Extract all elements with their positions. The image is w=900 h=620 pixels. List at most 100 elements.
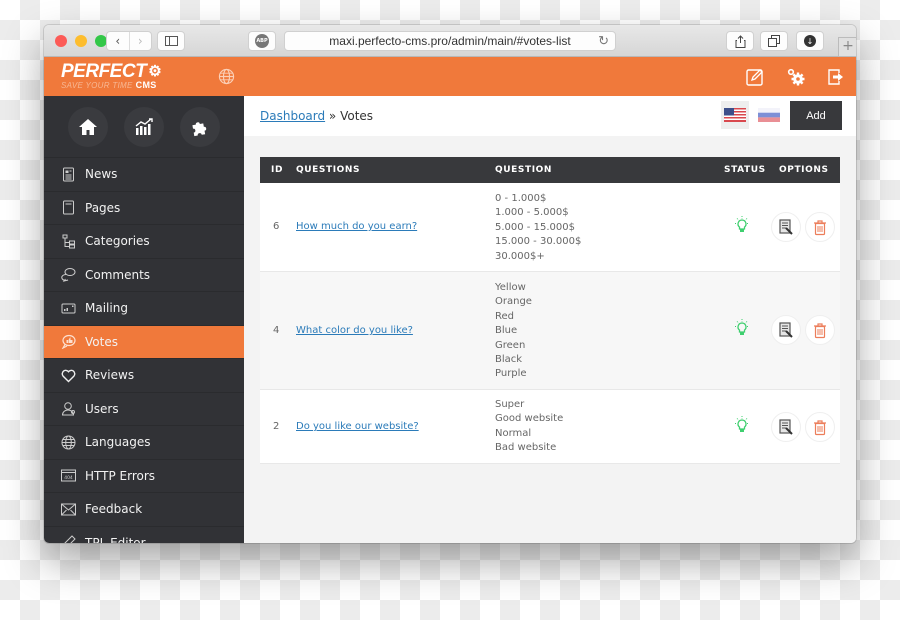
plugins-button[interactable] bbox=[180, 106, 220, 147]
logout-icon[interactable] bbox=[827, 68, 845, 86]
status-active-bulb-icon[interactable] bbox=[734, 216, 750, 234]
sidebar-item-users[interactable]: Users bbox=[44, 393, 244, 426]
home-button[interactable] bbox=[68, 106, 108, 147]
delete-vote-button[interactable] bbox=[805, 315, 835, 345]
answer: Red bbox=[495, 310, 514, 322]
address-bar[interactable]: maxi.perfecto-cms.pro/admin/main/#votes-… bbox=[284, 31, 616, 51]
user-icon bbox=[61, 402, 75, 416]
sidebar-icon bbox=[164, 36, 178, 46]
logo-text: PERFECT bbox=[61, 61, 147, 82]
svg-text:404: 404 bbox=[64, 475, 73, 481]
adblock-button[interactable]: ABP bbox=[248, 31, 276, 51]
answer: Black bbox=[495, 354, 523, 366]
edit-vote-button[interactable] bbox=[771, 212, 801, 242]
edit-vote-button[interactable] bbox=[771, 412, 801, 442]
quick-actions bbox=[44, 96, 244, 158]
votes-icon bbox=[61, 335, 76, 350]
http-404-icon: 404 bbox=[61, 469, 76, 482]
vote-answers: Yellow Orange Red Blue Green Black Purpl… bbox=[495, 281, 532, 382]
share-button[interactable] bbox=[726, 31, 754, 51]
delete-vote-button[interactable] bbox=[805, 212, 835, 242]
status-active-bulb-icon[interactable] bbox=[734, 319, 750, 337]
sidebar-item-pages[interactable]: Pages bbox=[44, 192, 244, 225]
sidebar-item-label: Users bbox=[85, 401, 119, 416]
logo[interactable]: PERFECT ⚙ SAVE YOUR TIME CMS bbox=[61, 61, 162, 90]
answer: Yellow bbox=[495, 282, 526, 293]
download-icon: ↓ bbox=[804, 35, 816, 47]
sidebar-item-reviews[interactable]: Reviews bbox=[44, 359, 244, 393]
breadcrumb-current: Votes bbox=[340, 109, 374, 123]
answer: Super bbox=[495, 399, 525, 410]
reload-icon[interactable]: ↻ bbox=[598, 33, 609, 49]
vote-question-link[interactable]: What color do you like? bbox=[296, 325, 413, 336]
table-header: ID QUESTIONS QUESTION STATUS OPTIONS bbox=[260, 157, 840, 183]
answer: Good website bbox=[495, 413, 564, 425]
answer: 5.000 - 15.000$ bbox=[495, 221, 575, 233]
column-header-status[interactable]: STATUS bbox=[724, 165, 766, 175]
sidebar-item-news[interactable]: News bbox=[44, 158, 244, 192]
globe-icon[interactable] bbox=[218, 68, 235, 85]
delete-vote-button[interactable] bbox=[805, 412, 835, 442]
logo-tagline: SAVE YOUR TIME bbox=[61, 81, 133, 90]
column-header-questions[interactable]: QUESTIONS bbox=[296, 165, 360, 175]
heart-icon bbox=[61, 369, 76, 383]
tabs-icon bbox=[768, 35, 780, 47]
sidebar-item-tpl-editor[interactable]: TPL Editor bbox=[44, 527, 244, 543]
vote-id: 6 bbox=[273, 221, 280, 232]
vote-answers: Super Good website Normal Bad website bbox=[495, 398, 563, 456]
answer: 30.000$+ bbox=[495, 250, 545, 262]
trash-icon bbox=[814, 419, 826, 435]
pencil-icon bbox=[64, 535, 76, 543]
stats-button[interactable] bbox=[124, 106, 164, 147]
url-text: maxi.perfecto-cms.pro/admin/main/#votes-… bbox=[329, 34, 571, 48]
comments-icon bbox=[61, 268, 76, 283]
minimize-window-button[interactable] bbox=[75, 35, 87, 47]
mailing-icon bbox=[61, 303, 76, 314]
answer: Bad website bbox=[495, 442, 557, 454]
show-tabs-button[interactable] bbox=[760, 31, 788, 51]
history-nav: ‹ › bbox=[106, 31, 152, 51]
close-window-button[interactable] bbox=[55, 35, 67, 47]
app-header: PERFECT ⚙ SAVE YOUR TIME CMS bbox=[44, 57, 856, 96]
forward-button[interactable]: › bbox=[128, 32, 152, 50]
answer: 1.000 - 5.000$ bbox=[495, 207, 569, 219]
sidebar-item-label: TPL Editor bbox=[85, 535, 146, 543]
home-icon bbox=[79, 118, 97, 135]
vote-question-link[interactable]: How much do you earn? bbox=[296, 221, 417, 232]
settings-icon[interactable] bbox=[787, 68, 805, 86]
new-tab-button[interactable]: + bbox=[838, 37, 856, 57]
sidebar-item-languages[interactable]: Languages bbox=[44, 426, 244, 460]
edit-document-icon bbox=[779, 321, 793, 338]
main-content: Dashboard » Votes Add ID QUESTIONS QUEST… bbox=[244, 96, 856, 543]
downloads-button[interactable]: ↓ bbox=[796, 31, 824, 51]
sidebar-item-feedback[interactable]: Feedback bbox=[44, 493, 244, 527]
sidebar-item-http-errors[interactable]: 404 HTTP Errors bbox=[44, 460, 244, 493]
status-active-bulb-icon[interactable] bbox=[734, 416, 750, 434]
back-button[interactable]: ‹ bbox=[107, 32, 129, 50]
envelope-icon bbox=[61, 503, 76, 516]
table-row: 4 What color do you like? Yellow Orange … bbox=[260, 272, 840, 390]
categories-icon bbox=[62, 234, 75, 249]
column-header-options[interactable]: OPTIONS bbox=[779, 165, 829, 175]
column-header-question[interactable]: QUESTION bbox=[495, 165, 552, 175]
edit-document-icon bbox=[779, 218, 793, 235]
answer: Normal bbox=[495, 427, 532, 439]
breadcrumb-separator: » bbox=[325, 109, 341, 123]
add-button[interactable]: Add bbox=[790, 101, 842, 130]
sidebar-item-comments[interactable]: Comments bbox=[44, 259, 244, 292]
browser-toolbar: ‹ › ABP maxi.perfecto-cms.pro/admin/main… bbox=[44, 25, 856, 57]
breadcrumb-dashboard-link[interactable]: Dashboard bbox=[260, 109, 325, 123]
answer: Blue bbox=[495, 325, 518, 337]
vote-question-link[interactable]: Do you like our website? bbox=[296, 421, 419, 432]
edit-document-icon bbox=[779, 418, 793, 435]
sidebar-toggle-button[interactable] bbox=[157, 31, 185, 51]
sidebar-item-categories[interactable]: Categories bbox=[44, 225, 244, 259]
edit-icon[interactable] bbox=[746, 68, 764, 86]
column-header-id[interactable]: ID bbox=[271, 165, 283, 175]
edit-vote-button[interactable] bbox=[771, 315, 801, 345]
sidebar-item-votes[interactable]: Votes bbox=[44, 325, 244, 359]
language-ru-button[interactable] bbox=[755, 101, 783, 129]
language-en-button[interactable] bbox=[721, 101, 749, 129]
answer: Green bbox=[495, 339, 526, 351]
sidebar-item-mailing[interactable]: Mailing bbox=[44, 292, 244, 326]
